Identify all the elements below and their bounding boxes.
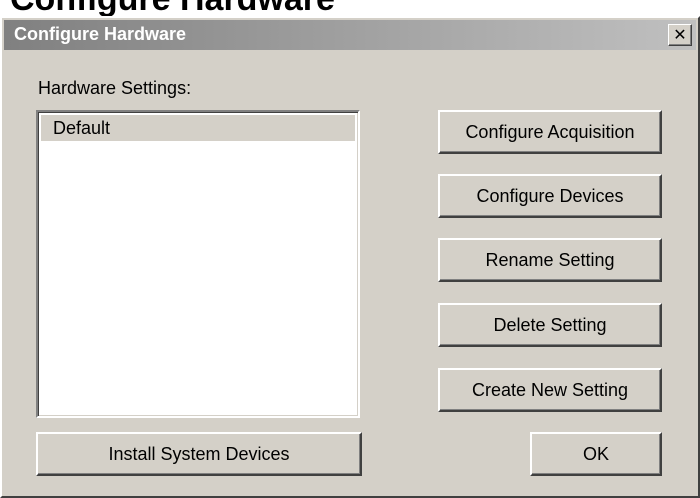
close-icon: ✕ [673,25,687,44]
configure-acquisition-button[interactable]: Configure Acquisition [438,110,662,154]
configure-devices-button[interactable]: Configure Devices [438,174,662,218]
ok-button[interactable]: OK [530,432,662,476]
create-new-setting-button[interactable]: Create New Setting [438,368,662,412]
hardware-settings-label: Hardware Settings: [38,78,192,98]
list-item-default[interactable]: Default [41,115,355,141]
install-system-devices-button[interactable]: Install System Devices [36,432,362,476]
close-button[interactable]: ✕ [668,24,692,46]
window-title: Configure Hardware [14,24,187,44]
delete-setting-button[interactable]: Delete Setting [438,303,662,347]
title-bar[interactable]: Configure Hardware ✕ [4,20,696,50]
hardware-settings-listbox[interactable]: Default [36,110,360,418]
rename-setting-button[interactable]: Rename Setting [438,238,662,282]
background-window-title: Configure Hardware [10,0,335,16]
background-window-strip: Configure Hardware [0,0,700,16]
